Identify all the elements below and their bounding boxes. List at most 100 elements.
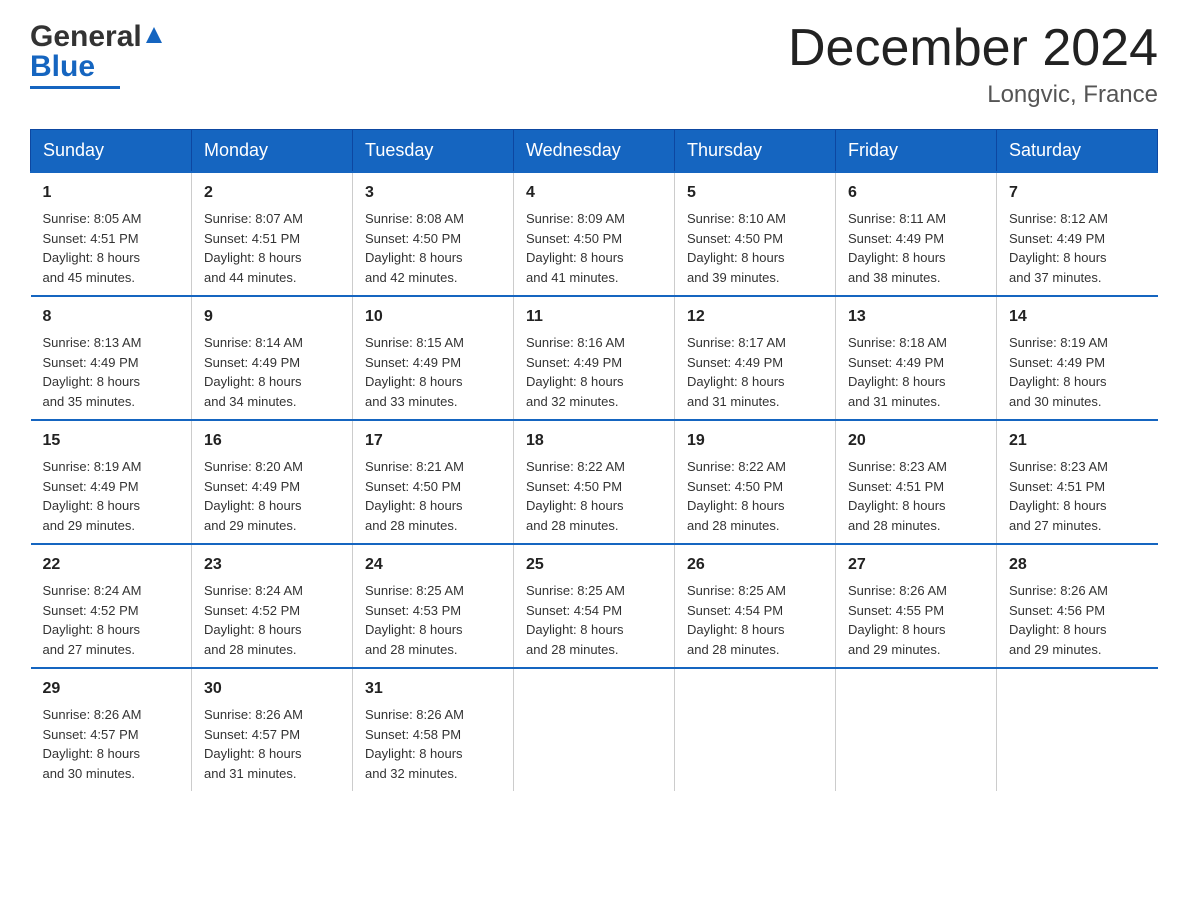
day-number: 15 <box>43 429 180 453</box>
day-info: Sunrise: 8:13 AMSunset: 4:49 PMDaylight:… <box>43 333 180 411</box>
table-row: 5 Sunrise: 8:10 AMSunset: 4:50 PMDaylight… <box>675 172 836 296</box>
calendar-title: December 2024 <box>788 20 1158 77</box>
day-info: Sunrise: 8:15 AMSunset: 4:49 PMDaylight:… <box>365 333 501 411</box>
table-row: 2 Sunrise: 8:07 AMSunset: 4:51 PMDaylight… <box>192 172 353 296</box>
day-info: Sunrise: 8:25 AMSunset: 4:54 PMDaylight:… <box>687 581 823 659</box>
table-row: 22Sunrise: 8:24 AMSunset: 4:52 PMDayligh… <box>31 544 192 668</box>
day-info: Sunrise: 8:14 AMSunset: 4:49 PMDaylight:… <box>204 333 340 411</box>
header-thursday: Thursday <box>675 130 836 173</box>
calendar-location: Longvic, France <box>788 81 1158 109</box>
day-info: Sunrise: 8:24 AMSunset: 4:52 PMDaylight:… <box>204 581 340 659</box>
header-friday: Friday <box>836 130 997 173</box>
day-number: 2 <box>204 181 340 205</box>
day-number: 26 <box>687 553 823 577</box>
table-row: 25Sunrise: 8:25 AMSunset: 4:54 PMDayligh… <box>514 544 675 668</box>
header-tuesday: Tuesday <box>353 130 514 173</box>
day-number: 4 <box>526 181 662 205</box>
day-number: 17 <box>365 429 501 453</box>
day-number: 6 <box>848 181 984 205</box>
day-info: Sunrise: 8:26 AMSunset: 4:58 PMDaylight:… <box>365 705 501 783</box>
day-info: Sunrise: 8:18 AMSunset: 4:49 PMDaylight:… <box>848 333 984 411</box>
table-row: 24Sunrise: 8:25 AMSunset: 4:53 PMDayligh… <box>353 544 514 668</box>
table-row <box>836 668 997 791</box>
table-row <box>997 668 1158 791</box>
day-info: Sunrise: 8:22 AMSunset: 4:50 PMDaylight:… <box>687 457 823 535</box>
table-row: 29 Sunrise: 8:26 AMSunset: 4:57 PMDayligh… <box>31 668 192 791</box>
table-row: 13 Sunrise: 8:18 AMSunset: 4:49 PMDayligh… <box>836 296 997 420</box>
day-info: Sunrise: 8:26 AMSunset: 4:55 PMDaylight:… <box>848 581 984 659</box>
day-info: Sunrise: 8:22 AMSunset: 4:50 PMDaylight:… <box>526 457 662 535</box>
table-row: 8 Sunrise: 8:13 AMSunset: 4:49 PMDaylight… <box>31 296 192 420</box>
logo-triangle-icon <box>144 25 164 45</box>
logo-general: General <box>30 20 142 54</box>
day-info: Sunrise: 8:17 AMSunset: 4:49 PMDaylight:… <box>687 333 823 411</box>
logo-underline <box>30 86 120 89</box>
header-sunday: Sunday <box>31 130 192 173</box>
day-number: 29 <box>43 677 180 701</box>
day-info: Sunrise: 8:26 AMSunset: 4:57 PMDaylight:… <box>204 705 340 783</box>
table-row: 26 Sunrise: 8:25 AMSunset: 4:54 PMDayligh… <box>675 544 836 668</box>
day-number: 31 <box>365 677 501 701</box>
header-wednesday: Wednesday <box>514 130 675 173</box>
calendar-week-row: 22Sunrise: 8:24 AMSunset: 4:52 PMDayligh… <box>31 544 1158 668</box>
calendar-week-row: 8 Sunrise: 8:13 AMSunset: 4:49 PMDaylight… <box>31 296 1158 420</box>
day-info: Sunrise: 8:10 AMSunset: 4:50 PMDaylight:… <box>687 209 823 287</box>
table-row: 17Sunrise: 8:21 AMSunset: 4:50 PMDayligh… <box>353 420 514 544</box>
calendar-table: Sunday Monday Tuesday Wednesday Thursday… <box>30 129 1158 791</box>
day-info: Sunrise: 8:25 AMSunset: 4:53 PMDaylight:… <box>365 581 501 659</box>
table-row: 11Sunrise: 8:16 AMSunset: 4:49 PMDayligh… <box>514 296 675 420</box>
day-number: 14 <box>1009 305 1146 329</box>
day-info: Sunrise: 8:08 AMSunset: 4:50 PMDaylight:… <box>365 209 501 287</box>
day-number: 10 <box>365 305 501 329</box>
table-row: 31 Sunrise: 8:26 AMSunset: 4:58 PMDayligh… <box>353 668 514 791</box>
table-row: 20 Sunrise: 8:23 AMSunset: 4:51 PMDayligh… <box>836 420 997 544</box>
day-number: 13 <box>848 305 984 329</box>
day-number: 9 <box>204 305 340 329</box>
day-number: 28 <box>1009 553 1146 577</box>
table-row: 10 Sunrise: 8:15 AMSunset: 4:49 PMDayligh… <box>353 296 514 420</box>
day-info: Sunrise: 8:23 AMSunset: 4:51 PMDaylight:… <box>1009 457 1146 535</box>
table-row <box>514 668 675 791</box>
logo: General Blue <box>30 20 164 89</box>
logo-blue: Blue <box>30 50 95 84</box>
day-number: 19 <box>687 429 823 453</box>
day-number: 21 <box>1009 429 1146 453</box>
day-info: Sunrise: 8:05 AMSunset: 4:51 PMDaylight:… <box>43 209 180 287</box>
day-number: 20 <box>848 429 984 453</box>
day-number: 16 <box>204 429 340 453</box>
day-number: 5 <box>687 181 823 205</box>
page-header: General Blue December 2024 Longvic, Fran… <box>30 20 1158 109</box>
header-monday: Monday <box>192 130 353 173</box>
day-info: Sunrise: 8:09 AMSunset: 4:50 PMDaylight:… <box>526 209 662 287</box>
table-row: 4 Sunrise: 8:09 AMSunset: 4:50 PMDaylight… <box>514 172 675 296</box>
day-number: 27 <box>848 553 984 577</box>
table-row: 27 Sunrise: 8:26 AMSunset: 4:55 PMDayligh… <box>836 544 997 668</box>
day-info: Sunrise: 8:19 AMSunset: 4:49 PMDaylight:… <box>43 457 180 535</box>
day-info: Sunrise: 8:23 AMSunset: 4:51 PMDaylight:… <box>848 457 984 535</box>
table-row: 23Sunrise: 8:24 AMSunset: 4:52 PMDayligh… <box>192 544 353 668</box>
table-row: 6Sunrise: 8:11 AMSunset: 4:49 PMDaylight… <box>836 172 997 296</box>
day-info: Sunrise: 8:19 AMSunset: 4:49 PMDaylight:… <box>1009 333 1146 411</box>
table-row: 21 Sunrise: 8:23 AMSunset: 4:51 PMDayligh… <box>997 420 1158 544</box>
day-info: Sunrise: 8:07 AMSunset: 4:51 PMDaylight:… <box>204 209 340 287</box>
calendar-week-row: 1Sunrise: 8:05 AMSunset: 4:51 PMDaylight… <box>31 172 1158 296</box>
calendar-week-row: 15 Sunrise: 8:19 AMSunset: 4:49 PMDayligh… <box>31 420 1158 544</box>
day-number: 8 <box>43 305 180 329</box>
day-number: 18 <box>526 429 662 453</box>
calendar-week-row: 29 Sunrise: 8:26 AMSunset: 4:57 PMDayligh… <box>31 668 1158 791</box>
table-row: 28Sunrise: 8:26 AMSunset: 4:56 PMDayligh… <box>997 544 1158 668</box>
day-number: 25 <box>526 553 662 577</box>
day-number: 12 <box>687 305 823 329</box>
table-row: 7Sunrise: 8:12 AMSunset: 4:49 PMDaylight… <box>997 172 1158 296</box>
day-number: 7 <box>1009 181 1146 205</box>
title-section: December 2024 Longvic, France <box>788 20 1158 109</box>
day-info: Sunrise: 8:26 AMSunset: 4:57 PMDaylight:… <box>43 705 180 783</box>
table-row: 9 Sunrise: 8:14 AMSunset: 4:49 PMDaylight… <box>192 296 353 420</box>
table-row: 30Sunrise: 8:26 AMSunset: 4:57 PMDayligh… <box>192 668 353 791</box>
table-row: 1Sunrise: 8:05 AMSunset: 4:51 PMDaylight… <box>31 172 192 296</box>
table-row: 19 Sunrise: 8:22 AMSunset: 4:50 PMDayligh… <box>675 420 836 544</box>
table-row: 15 Sunrise: 8:19 AMSunset: 4:49 PMDayligh… <box>31 420 192 544</box>
day-info: Sunrise: 8:16 AMSunset: 4:49 PMDaylight:… <box>526 333 662 411</box>
table-row: 16Sunrise: 8:20 AMSunset: 4:49 PMDayligh… <box>192 420 353 544</box>
day-info: Sunrise: 8:24 AMSunset: 4:52 PMDaylight:… <box>43 581 180 659</box>
